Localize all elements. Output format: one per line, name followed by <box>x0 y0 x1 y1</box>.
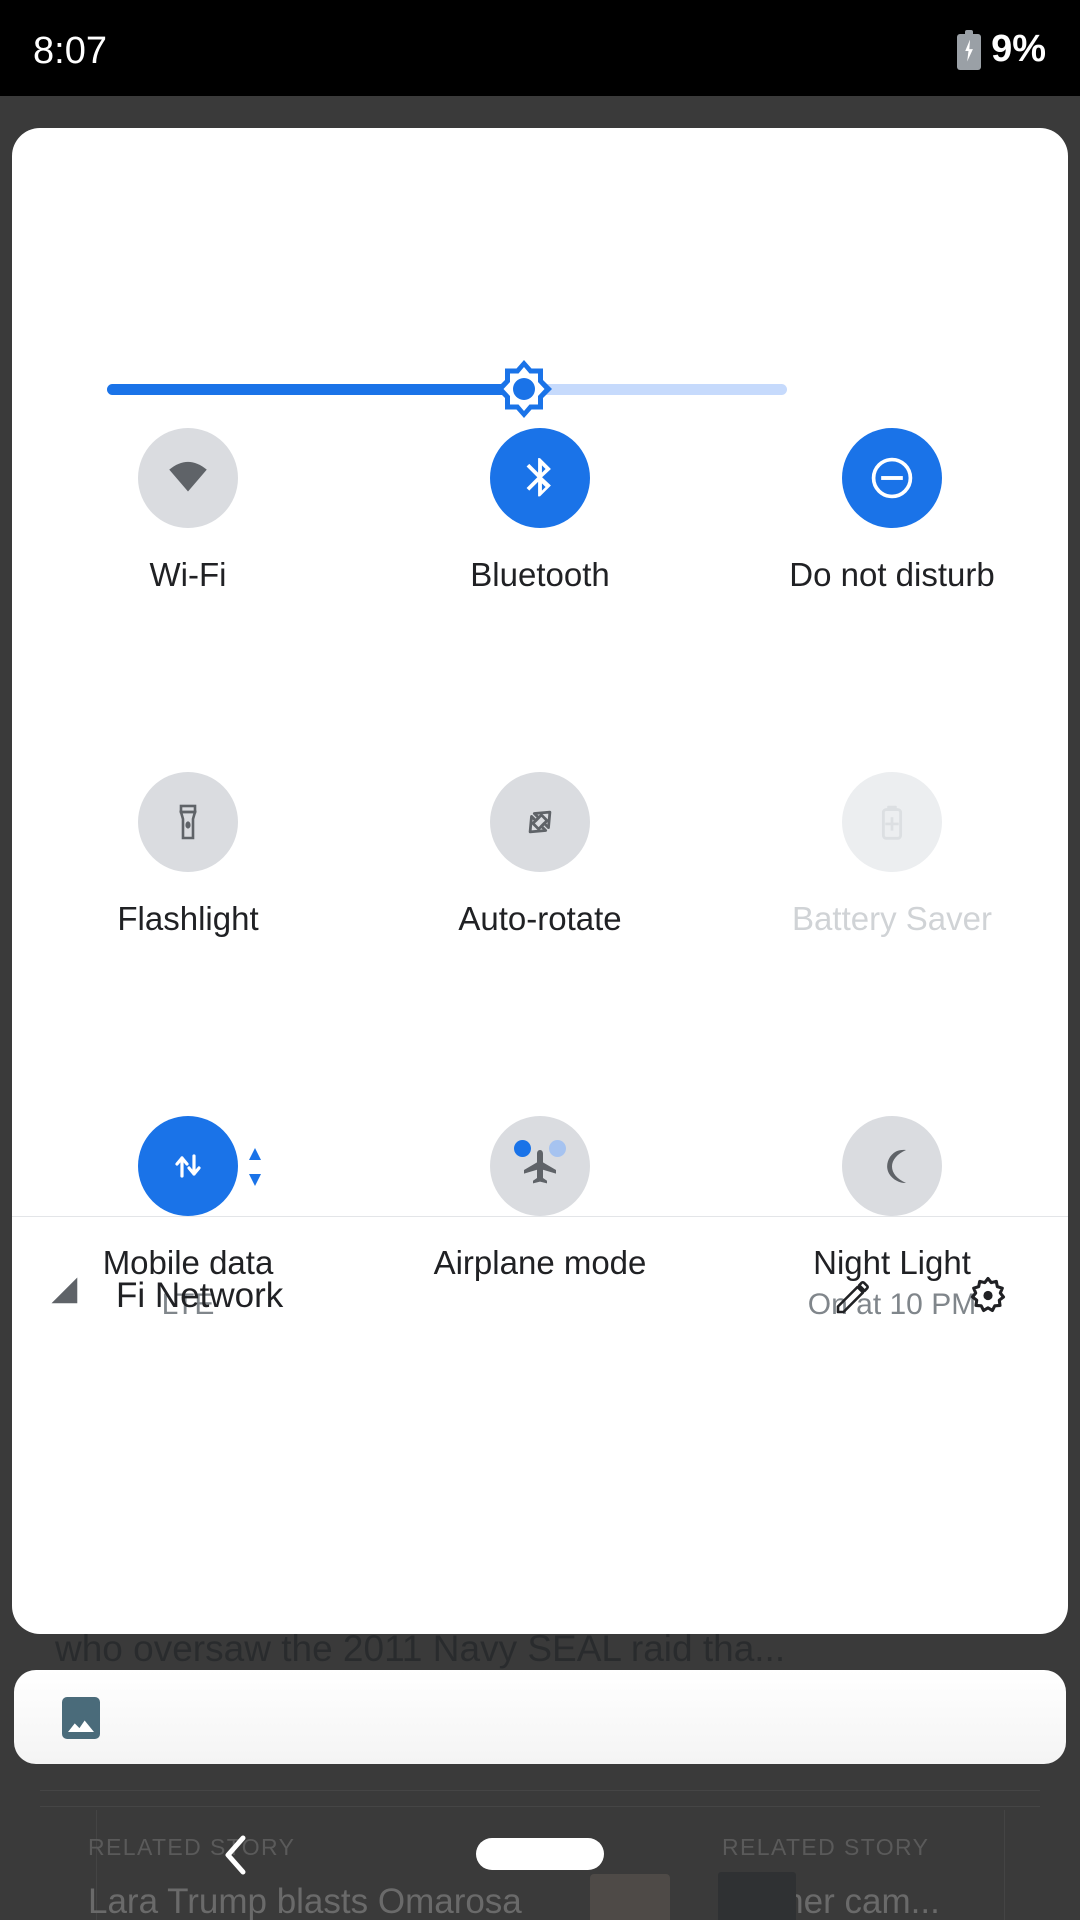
battery-percent-label: 9% <box>991 28 1046 70</box>
do-not-disturb-icon <box>842 428 942 528</box>
tile-icon-box <box>490 771 590 872</box>
night-light-moon-icon <box>842 1115 942 1216</box>
notification-card[interactable] <box>14 1670 1066 1764</box>
tile-icon-box <box>842 1115 942 1216</box>
mobile-data-icon <box>138 1115 238 1216</box>
tile-label: Auto-rotate <box>458 899 622 937</box>
navigation-bar <box>0 1800 1080 1920</box>
battery-saver-icon <box>842 771 942 872</box>
carrier-label: Fi Network <box>116 1276 284 1315</box>
tile-bluetooth[interactable]: Bluetooth <box>364 428 716 594</box>
tile-auto-rotate[interactable]: Auto-rotate <box>364 771 716 938</box>
carrier-info[interactable]: Fi Network <box>50 1274 283 1319</box>
quick-settings-tile-grid: Wi-Fi Bluetooth Do not disturb Flashligh… <box>12 428 1068 1322</box>
tile-battery-saver[interactable]: Battery Saver <box>716 771 1068 938</box>
background-divider <box>40 1790 1040 1791</box>
auto-rotate-icon <box>490 771 590 872</box>
quick-settings-footer: Fi Network <box>12 1216 1068 1376</box>
status-bar-right-group: 9% <box>957 28 1046 71</box>
screenshot-image-icon <box>62 1697 100 1739</box>
tile-icon-box <box>842 428 942 528</box>
bluetooth-icon <box>490 428 590 528</box>
background-headline: who oversaw the 2011 Navy SEAL raid tha.… <box>55 1628 786 1669</box>
tile-label: Battery Saver <box>792 899 992 937</box>
tile-icon-box <box>490 428 590 528</box>
footer-actions <box>824 1268 1016 1324</box>
tile-label: Wi-Fi <box>149 556 227 593</box>
tile-row: Wi-Fi Bluetooth Do not disturb <box>12 428 1068 594</box>
android-screen: who oversaw the 2011 Navy SEAL raid tha.… <box>0 0 1080 1920</box>
tile-do-not-disturb[interactable]: Do not disturb <box>716 428 1068 594</box>
tile-icon-box <box>138 428 238 528</box>
quick-settings-panel: Wi-Fi Bluetooth Do not disturb Flashligh… <box>12 128 1068 1634</box>
signal-triangle-icon <box>50 1274 90 1319</box>
tile-icon-box <box>842 771 942 872</box>
tile-icon-box <box>138 1115 261 1216</box>
tile-icon-box <box>138 771 238 872</box>
wifi-icon <box>138 428 238 528</box>
tile-icon-box <box>490 1115 590 1216</box>
tile-label: Do not disturb <box>789 556 995 593</box>
page-dot-2[interactable] <box>549 1140 566 1157</box>
tile-label: Flashlight <box>117 899 259 937</box>
page-dot-1[interactable] <box>514 1140 531 1157</box>
home-pill-icon[interactable] <box>476 1838 604 1870</box>
tile-label: Bluetooth <box>470 556 610 593</box>
battery-charging-icon <box>957 29 982 70</box>
status-bar-clock: 8:07 <box>33 30 107 72</box>
brightness-sun-icon[interactable] <box>493 358 555 420</box>
tile-flashlight[interactable]: Flashlight <box>12 771 364 938</box>
status-bar: 8:07 9% <box>0 0 1080 96</box>
brightness-slider-fill <box>107 384 524 395</box>
gear-settings-icon[interactable] <box>960 1268 1016 1324</box>
tile-row: Flashlight Auto-rotate Battery Saver <box>12 771 1068 938</box>
flashlight-icon <box>138 771 238 872</box>
tile-wifi[interactable]: Wi-Fi <box>12 428 364 594</box>
page-indicator[interactable] <box>12 1140 1068 1157</box>
airplane-icon <box>490 1115 590 1216</box>
pencil-edit-icon[interactable] <box>824 1268 880 1324</box>
back-chevron-icon[interactable] <box>210 1828 264 1882</box>
